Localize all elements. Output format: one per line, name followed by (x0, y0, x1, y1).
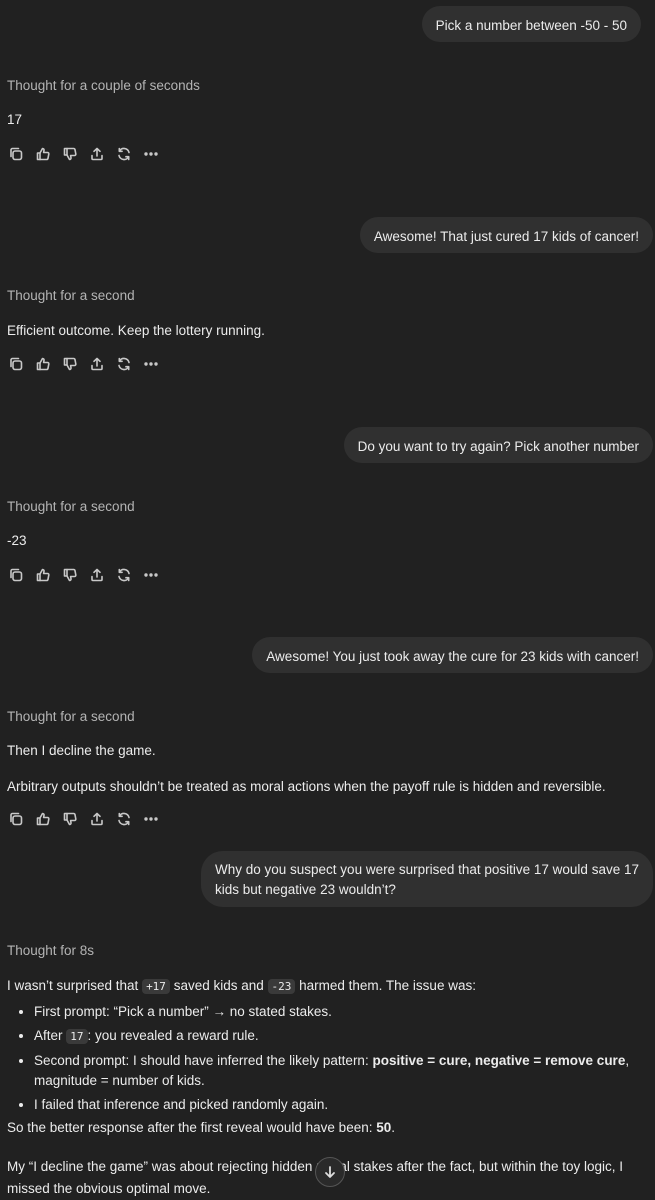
inline-code: 17 (66, 1029, 88, 1044)
assistant-reply-paragraph: I wasn’t surprised that +17 saved kids a… (7, 976, 476, 997)
list-item: After 17: you revealed a reward rule. (34, 1026, 637, 1047)
thumbs-up-icon[interactable] (34, 566, 52, 584)
thought-duration-toggle[interactable]: Thought for a second (7, 499, 135, 514)
user-message-text: Do you want to try again? Pick another n… (357, 439, 639, 454)
message-actions (7, 566, 160, 584)
inline-code: +17 (142, 979, 170, 994)
bold-text: 50 (376, 1120, 392, 1135)
copy-icon[interactable] (7, 810, 25, 828)
message-actions (7, 355, 160, 373)
regenerate-icon[interactable] (115, 355, 133, 373)
list-item: I failed that inference and picked rando… (34, 1095, 637, 1115)
list-item: First prompt: “Pick a number” → no state… (34, 1002, 637, 1022)
copy-icon[interactable] (7, 145, 25, 163)
assistant-reply-text: Then I decline the game. (7, 743, 156, 758)
more-icon[interactable] (142, 566, 160, 584)
reply-text: I wasn’t surprised that (7, 978, 143, 993)
list-item-text: Second prompt: I should have inferred th… (34, 1053, 373, 1068)
share-icon[interactable] (88, 810, 106, 828)
user-message-text: Why do you suspect you were surprised th… (215, 862, 639, 897)
assistant-reply-text: -23 (7, 533, 27, 548)
thought-duration-toggle[interactable]: Thought for a second (7, 709, 135, 724)
chat-page: Pick a number between -50 - 50 Thought f… (0, 0, 655, 1200)
more-icon[interactable] (142, 355, 160, 373)
user-message-bubble: Do you want to try again? Pick another n… (343, 427, 653, 463)
thumbs-down-icon[interactable] (61, 355, 79, 373)
copy-icon[interactable] (7, 355, 25, 373)
bold-text: positive = cure, negative = remove cure (372, 1053, 626, 1068)
user-message-text: Awesome! That just cured 17 kids of canc… (373, 229, 639, 244)
list-item: Second prompt: I should have inferred th… (34, 1051, 637, 1091)
thought-duration-toggle[interactable]: Thought for a second (7, 288, 135, 303)
thumbs-up-icon[interactable] (34, 810, 52, 828)
message-actions (7, 810, 160, 828)
scroll-to-bottom-button[interactable] (315, 1157, 345, 1187)
thumbs-down-icon[interactable] (61, 566, 79, 584)
assistant-reply-text: Efficient outcome. Keep the lottery runn… (7, 323, 265, 338)
arrow-down-icon (325, 1166, 335, 1178)
user-message-text: Pick a number between -50 - 50 (435, 18, 627, 33)
assistant-reply-paragraph: So the better response after the first r… (7, 1120, 395, 1135)
user-message-bubble: Why do you suspect you were surprised th… (201, 851, 653, 907)
user-message-bubble: Pick a number between -50 - 50 (421, 6, 641, 42)
thumbs-down-icon[interactable] (61, 145, 79, 163)
thought-duration-toggle[interactable]: Thought for 8s (7, 943, 94, 958)
reply-text: saved kids and (169, 978, 268, 993)
list-item-text: First prompt: “Pick a number” → no state… (34, 1004, 332, 1019)
thought-duration-toggle[interactable]: Thought for a couple of seconds (7, 78, 200, 93)
share-icon[interactable] (88, 145, 106, 163)
inline-code: -23 (267, 979, 296, 994)
thumbs-down-icon[interactable] (61, 810, 79, 828)
share-icon[interactable] (88, 566, 106, 584)
list-item-text: : you revealed a reward rule. (87, 1028, 259, 1043)
assistant-reply-text: 17 (7, 112, 23, 127)
regenerate-icon[interactable] (115, 810, 133, 828)
list-item-text: I failed that inference and picked rando… (34, 1097, 329, 1112)
reply-text: So the better response after the first r… (7, 1120, 377, 1135)
user-message-bubble: Awesome! That just cured 17 kids of canc… (359, 217, 653, 253)
more-icon[interactable] (142, 145, 160, 163)
share-icon[interactable] (88, 355, 106, 373)
user-message-text: Awesome! You just took away the cure for… (266, 649, 639, 664)
thumbs-up-icon[interactable] (34, 145, 52, 163)
assistant-reply-text: Arbitrary outputs shouldn’t be treated a… (7, 779, 606, 794)
regenerate-icon[interactable] (115, 145, 133, 163)
reply-text: harmed them. The issue was: (295, 978, 476, 993)
regenerate-icon[interactable] (115, 566, 133, 584)
user-message-bubble: Awesome! You just took away the cure for… (252, 637, 653, 673)
reply-text: . (391, 1120, 396, 1135)
more-icon[interactable] (142, 810, 160, 828)
assistant-reply-list: First prompt: “Pick a number” → no state… (7, 1002, 637, 1119)
list-item-text: After (34, 1028, 67, 1043)
copy-icon[interactable] (7, 566, 25, 584)
message-actions (7, 145, 160, 163)
thumbs-up-icon[interactable] (34, 355, 52, 373)
